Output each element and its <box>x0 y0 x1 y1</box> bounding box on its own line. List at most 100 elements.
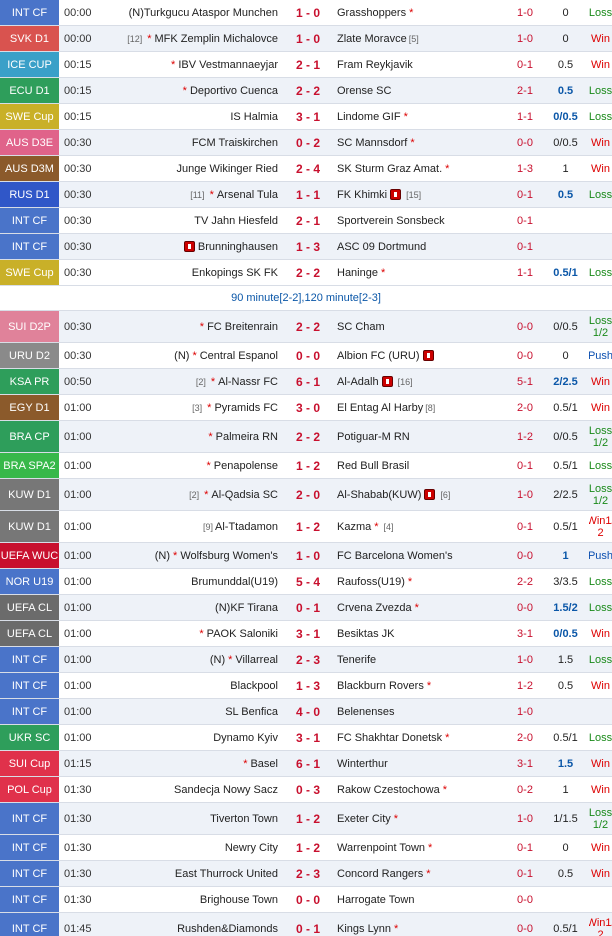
match-row[interactable]: BRA CP 01:00 * Palmeira RN 2 - 2 Potiguar-M R… <box>0 421 612 453</box>
match-row[interactable]: ECU D1 00:15 * Deportivo Cuenca 2 - 2 Orense … <box>0 78 612 104</box>
match-row[interactable]: URU D2 00:30 (N) * Central Espanol 0 - 0 Albi… <box>0 343 612 369</box>
league-badge[interactable]: ECU D1 <box>0 78 59 103</box>
home-team[interactable]: [11] * Arsenal Tula <box>99 182 282 207</box>
match-row[interactable]: RUS D1 00:30 [11] * Arsenal Tula 1 - 1 FK Khim… <box>0 182 612 208</box>
home-team-name[interactable]: Al-Nassr FC <box>218 376 278 388</box>
away-team[interactable]: Raufoss(U19) * <box>334 569 508 594</box>
away-team-name[interactable]: Exeter City <box>337 813 391 825</box>
away-team-name[interactable]: Kings Lynn <box>337 923 391 935</box>
away-team-name[interactable]: SK Sturm Graz Amat. <box>337 163 442 175</box>
away-team-name[interactable]: El Entag Al Harby <box>337 402 423 414</box>
away-team[interactable]: Crvena Zvezda * <box>334 595 508 620</box>
home-team[interactable]: (N) * Central Espanol <box>99 343 282 368</box>
match-row[interactable]: KSA PR 00:50 [2] * Al-Nassr FC 6 - 1 Al-Adalh [… <box>0 369 612 395</box>
league-badge[interactable]: BRA SPA2 <box>0 453 59 478</box>
home-team[interactable]: FCM Traiskirchen <box>99 130 282 155</box>
home-team[interactable]: (N) Turkgucu Ataspor Munchen <box>99 0 282 25</box>
full-time-score[interactable]: 2 - 1 <box>282 52 334 77</box>
full-time-score[interactable]: 0 - 1 <box>282 913 334 936</box>
full-time-score[interactable]: 3 - 0 <box>282 395 334 420</box>
full-time-score[interactable]: 2 - 2 <box>282 311 334 342</box>
home-team-name[interactable]: Palmeira RN <box>216 431 278 443</box>
league-badge[interactable]: INT CF <box>0 673 59 698</box>
home-team[interactable]: TV Jahn Hiesfeld <box>99 208 282 233</box>
home-team[interactable]: Rushden&Diamonds <box>99 913 282 936</box>
away-team[interactable]: Harrogate Town <box>334 887 508 912</box>
home-team[interactable]: East Thurrock United <box>99 861 282 886</box>
league-badge[interactable]: SWE Cup <box>0 260 59 285</box>
home-team[interactable]: [12] * MFK Zemplin Michalovce <box>99 26 282 51</box>
full-time-score[interactable]: 2 - 0 <box>282 479 334 510</box>
away-team[interactable]: Orense SC <box>334 78 508 103</box>
away-team[interactable]: Grasshoppers * <box>334 0 508 25</box>
full-time-score[interactable]: 2 - 1 <box>282 208 334 233</box>
league-badge[interactable]: INT CF <box>0 208 59 233</box>
home-team-name[interactable]: Brunninghausen <box>198 241 278 253</box>
home-team-name[interactable]: East Thurrock United <box>175 868 278 880</box>
match-row[interactable]: INT CF 01:00 SL Benfica 4 - 0 Belenenses 1-0 <box>0 699 612 725</box>
home-team[interactable]: (N) * Villarreal <box>99 647 282 672</box>
full-time-score[interactable]: 1 - 0 <box>282 26 334 51</box>
away-team[interactable]: Belenenses <box>334 699 508 724</box>
home-team[interactable]: (N) KF Tirana <box>99 595 282 620</box>
full-time-score[interactable]: 6 - 1 <box>282 751 334 776</box>
away-team[interactable]: Haninge * <box>334 260 508 285</box>
match-row[interactable]: INT CF 01:00 (N) * Villarreal 2 - 3 Tenerife 1… <box>0 647 612 673</box>
away-team[interactable]: ASC 09 Dortmund <box>334 234 508 259</box>
full-time-score[interactable]: 2 - 3 <box>282 647 334 672</box>
away-team[interactable]: SC Mannsdorf * <box>334 130 508 155</box>
home-team-name[interactable]: Turkgucu Ataspor Munchen <box>144 7 278 19</box>
home-team-name[interactable]: Pyramids FC <box>214 402 278 414</box>
full-time-score[interactable]: 1 - 0 <box>282 543 334 568</box>
league-badge[interactable]: INT CF <box>0 647 59 672</box>
match-row[interactable]: ICE CUP 00:15 * IBV Vestmannaeyjar 2 - 1 Fram… <box>0 52 612 78</box>
home-team-name[interactable]: Penapolense <box>214 460 278 472</box>
match-row[interactable]: NOR U19 01:00 Brumunddal(U19) 5 - 4 Raufoss(… <box>0 569 612 595</box>
home-team[interactable]: [9] Al-Ttadamon <box>99 511 282 542</box>
away-team-name[interactable]: Concord Rangers <box>337 868 423 880</box>
league-badge[interactable]: INT CF <box>0 699 59 724</box>
league-badge[interactable]: URU D2 <box>0 343 59 368</box>
away-team[interactable]: Warrenpoint Town * <box>334 835 508 860</box>
home-team[interactable]: Blackpool <box>99 673 282 698</box>
league-badge[interactable]: BRA CP <box>0 421 59 452</box>
league-badge[interactable]: SVK D1 <box>0 26 59 51</box>
away-team-name[interactable]: SC Mannsdorf <box>337 137 407 149</box>
away-team-name[interactable]: Kazma <box>337 521 371 533</box>
full-time-score[interactable]: 4 - 0 <box>282 699 334 724</box>
away-team[interactable]: FC Barcelona Women's <box>334 543 508 568</box>
home-team[interactable]: * FC Breitenrain <box>99 311 282 342</box>
match-row[interactable]: INT CF 01:00 Blackpool 1 - 3 Blackburn Rover… <box>0 673 612 699</box>
away-team[interactable]: Al-Adalh [16] <box>334 369 508 394</box>
home-team[interactable]: Brumunddal(U19) <box>99 569 282 594</box>
home-team-name[interactable]: Rushden&Diamonds <box>177 923 278 935</box>
home-team[interactable]: Dynamo Kyiv <box>99 725 282 750</box>
away-team-name[interactable]: Orense SC <box>337 85 391 97</box>
match-row[interactable]: SUI Cup 01:15 * Basel 6 - 1 Winterthur 3-1 1.5 W… <box>0 751 612 777</box>
league-badge[interactable]: SWE Cup <box>0 104 59 129</box>
full-time-score[interactable]: 0 - 0 <box>282 887 334 912</box>
away-team-name[interactable]: Grasshoppers <box>337 7 406 19</box>
full-time-score[interactable]: 3 - 1 <box>282 725 334 750</box>
match-row[interactable]: SWE Cup 00:30 Enkopings SK FK 2 - 2 Haninge *… <box>0 260 612 286</box>
match-row[interactable]: UKR SC 01:00 Dynamo Kyiv 3 - 1 FC Shakhtar D… <box>0 725 612 751</box>
match-row[interactable]: SUI D2P 00:30 * FC Breitenrain 2 - 2 SC Cham 0… <box>0 311 612 343</box>
home-team-name[interactable]: KF Tirana <box>230 602 278 614</box>
away-team[interactable]: Tenerife <box>334 647 508 672</box>
away-team[interactable]: El Entag Al Harby [8] <box>334 395 508 420</box>
away-team[interactable]: Zlate Moravce [5] <box>334 26 508 51</box>
match-row[interactable]: INT CF 01:30 East Thurrock United 2 - 3 Conc… <box>0 861 612 887</box>
match-row[interactable]: EGY D1 01:00 [3] * Pyramids FC 3 - 0 El Entag … <box>0 395 612 421</box>
away-team[interactable]: FK Khimki [15] <box>334 182 508 207</box>
league-badge[interactable]: KSA PR <box>0 369 59 394</box>
away-team-name[interactable]: Blackburn Rovers <box>337 680 424 692</box>
full-time-score[interactable]: 2 - 2 <box>282 78 334 103</box>
league-badge[interactable]: INT CF <box>0 234 59 259</box>
away-team[interactable]: Fram Reykjavik <box>334 52 508 77</box>
full-time-score[interactable]: 2 - 3 <box>282 861 334 886</box>
home-team-name[interactable]: Al-Ttadamon <box>215 521 278 533</box>
league-badge[interactable]: INT CF <box>0 913 59 936</box>
home-team-name[interactable]: Blackpool <box>230 680 278 692</box>
league-badge[interactable]: EGY D1 <box>0 395 59 420</box>
match-row[interactable]: BRA SPA2 01:00 * Penapolense 1 - 2 Red Bull B… <box>0 453 612 479</box>
